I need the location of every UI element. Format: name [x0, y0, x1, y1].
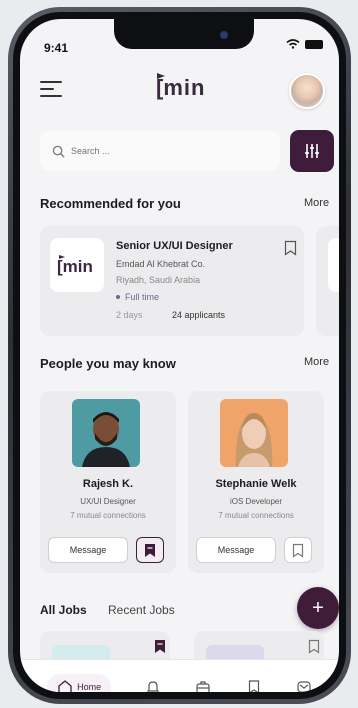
person-name: Rajesh K. [82, 478, 134, 490]
bookmark-icon [292, 543, 304, 558]
recommended-more-link[interactable]: More [304, 197, 329, 209]
person-role: UX/UI Designer [80, 497, 136, 506]
job-applicants: 24 applicants [172, 310, 226, 320]
person-photo [72, 399, 140, 467]
phone-bezel: 9:41 [ min Search ... Recommended for yo… [13, 12, 346, 699]
tab-all-jobs[interactable]: All Jobs [40, 603, 87, 617]
app-logo: [ min [156, 73, 206, 100]
bookmark-icon[interactable] [284, 240, 297, 256]
status-time: 9:41 [44, 41, 69, 55]
bookmark-filled-icon[interactable] [154, 639, 166, 654]
logo-text: min [163, 75, 206, 100]
person-mutual-connections: 7 mutual connections [218, 511, 294, 520]
bottom-navigation: Home [20, 659, 339, 692]
nav-notifications[interactable] [145, 679, 161, 692]
nav-jobs[interactable] [195, 679, 211, 692]
person-photo-image [220, 399, 288, 467]
notch [114, 19, 254, 49]
message-button[interactable]: Message [48, 537, 128, 563]
search-icon [52, 145, 65, 158]
nav-home-label: Home [77, 681, 102, 692]
logo-bracket: [ [156, 75, 164, 100]
person-photo [220, 399, 288, 467]
nav-saved[interactable] [246, 679, 262, 692]
person-card[interactable]: Stephanie Welk iOS Developer 7 mutual co… [188, 391, 324, 573]
person-mutual-connections: 7 mutual connections [70, 511, 146, 520]
wifi-icon [286, 39, 300, 49]
bookmark-icon[interactable] [308, 639, 320, 654]
bell-icon [146, 680, 160, 692]
save-person-button[interactable] [284, 537, 312, 563]
filter-icon [305, 144, 319, 158]
camera-icon [220, 31, 228, 39]
job-title: Senior UX/UI Designer [116, 240, 233, 252]
job-company: Emdad Al Khebrat Co. [116, 259, 206, 269]
phone-frame: 9:41 [ min Search ... Recommended for yo… [8, 7, 351, 704]
search-input[interactable] [71, 146, 251, 156]
people-more-link[interactable]: More [304, 356, 329, 368]
profile-avatar[interactable] [289, 73, 325, 109]
filter-button[interactable] [290, 130, 334, 172]
company-logo [328, 238, 339, 292]
job-type: Full time [116, 292, 159, 302]
status-icons [286, 39, 323, 49]
bookmark-icon [248, 679, 259, 692]
job-card-next[interactable] [316, 226, 339, 336]
bookmark-filled-icon [145, 543, 155, 557]
message-button[interactable]: Message [196, 537, 276, 563]
recommended-title: Recommended for you [40, 196, 181, 211]
add-button[interactable]: + [297, 587, 339, 629]
status-bar: 9:41 [20, 19, 339, 59]
job-card[interactable]: [min Senior UX/UI Designer Emdad Al Kheb… [40, 226, 304, 336]
nav-messages[interactable] [296, 679, 312, 692]
people-title: People you may know [40, 356, 176, 371]
job-location: Riyadh, Saudi Arabia [116, 275, 201, 285]
search-bar[interactable] [40, 131, 280, 171]
svg-text:[min: [min [57, 257, 93, 276]
job-age: 2 days [116, 310, 143, 320]
top-bar: [ min [20, 71, 339, 111]
battery-icon [305, 39, 323, 49]
person-name: Stephanie Welk [215, 478, 297, 490]
tab-recent-jobs[interactable]: Recent Jobs [108, 603, 175, 617]
person-card[interactable]: Rajesh K. UX/UI Designer 7 mutual connec… [40, 391, 176, 573]
briefcase-icon [196, 680, 211, 692]
person-role: iOS Developer [229, 497, 283, 506]
job-type-dot [116, 295, 120, 299]
mail-icon [297, 680, 311, 692]
home-icon [58, 679, 72, 692]
nav-home[interactable]: Home [47, 673, 112, 692]
person-photo-image [72, 399, 140, 467]
menu-icon[interactable] [40, 81, 62, 99]
company-logo-mark: [min [57, 255, 93, 276]
app-screen: 9:41 [ min Search ... Recommended for yo… [20, 19, 339, 692]
save-person-button[interactable] [136, 537, 164, 563]
company-logo: [min [50, 238, 104, 292]
job-type-label: Full time [125, 292, 160, 302]
